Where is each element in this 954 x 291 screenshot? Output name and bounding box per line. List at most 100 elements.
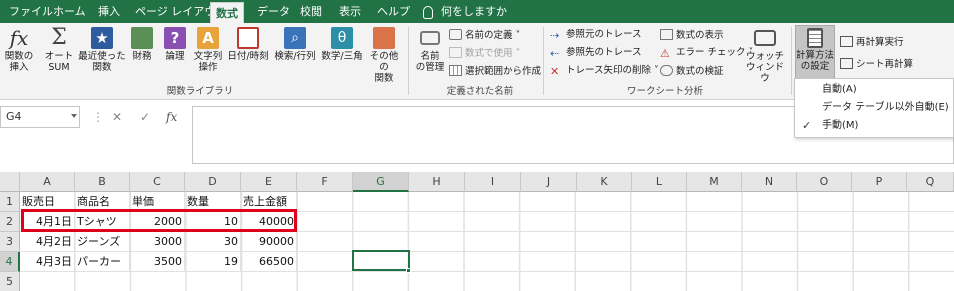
text-icon: A [197, 27, 219, 49]
cell-e2[interactable]: 40000 [241, 212, 297, 232]
column-header-e[interactable]: E [241, 172, 297, 192]
tab-insert[interactable]: 挿入 [98, 0, 120, 23]
cancel-icon[interactable]: ✕ [112, 106, 122, 128]
trace-precedents-label: 参照元のトレース [566, 29, 642, 40]
manual-label: 手動(M) [822, 120, 859, 131]
cell-b2[interactable]: Tシャツ [75, 212, 130, 232]
worksheet-grid[interactable]: A B C D E F G H I J K L M N O P Q 1 2 3 … [0, 172, 954, 291]
evaluate-formula-button[interactable]: 数式の検証 [660, 65, 724, 78]
cell-c1[interactable]: 単価 [130, 192, 185, 212]
cell-e4[interactable]: 66500 [241, 252, 297, 272]
watch-window-button[interactable]: ウォッチ ウィンドウ [744, 27, 786, 84]
group-label-defined-names: 定義された名前 [446, 86, 514, 97]
column-header-h[interactable]: H [409, 172, 465, 192]
name-tag-icon [420, 31, 440, 45]
calc-options-button[interactable]: 計算方法 の設定 [795, 25, 835, 79]
calculate-sheet-button[interactable]: シート再計算 [840, 58, 913, 71]
row-header-2[interactable]: 2 [0, 212, 20, 232]
cell-d1[interactable]: 数量 [185, 192, 241, 212]
error-checking-button[interactable]: ⚠ エラー チェック ˅ [660, 47, 753, 60]
remove-arrows-button[interactable]: ✕ トレース矢印の削除 ˅ [550, 65, 659, 78]
error-checking-label: エラー チェック [676, 47, 746, 58]
menu-item-automatic-except-tables[interactable]: データ テーブル以外自動(E) [795, 99, 953, 117]
tab-file[interactable]: ファイル [9, 0, 53, 23]
define-name-button[interactable]: 名前の定義 ˅ [449, 29, 520, 42]
column-header-k[interactable]: K [577, 172, 632, 192]
ribbon-separator [543, 27, 544, 95]
insert-function-fx-icon[interactable]: fx [166, 106, 177, 128]
logical-button[interactable]: ? 論理 [162, 27, 188, 62]
cell-b4[interactable]: パーカー [75, 252, 130, 272]
financial-button[interactable]: 財務 [129, 27, 155, 62]
cell-a3[interactable]: 4月2日 [20, 232, 75, 252]
menu-item-manual[interactable]: ✓ 手動(M) [795, 117, 953, 135]
column-header-d[interactable]: D [185, 172, 241, 192]
name-box-dropdown-icon[interactable] [71, 114, 77, 118]
name-box[interactable]: G4 [0, 106, 80, 128]
create-from-selection-button[interactable]: 選択範囲から作成 [449, 65, 541, 78]
autosum-button[interactable]: Σ オート SUM [42, 27, 76, 74]
cell-a1[interactable]: 販売日 [20, 192, 75, 212]
insert-function-label: 関数の 挿入 [4, 51, 34, 73]
recent-functions-button[interactable]: ★ 最近使った 関数 [78, 27, 126, 73]
calculate-now-button[interactable]: 再計算実行 [840, 36, 904, 49]
cell-d4[interactable]: 19 [185, 252, 241, 272]
tab-help[interactable]: ヘルプ [377, 0, 410, 23]
name-manager-button[interactable]: 名前 の管理 [412, 27, 448, 73]
column-header-o[interactable]: O [797, 172, 852, 192]
cell-d2[interactable]: 10 [185, 212, 241, 232]
column-header-m[interactable]: M [687, 172, 742, 192]
use-in-formula-button[interactable]: 数式で使用 ˅ [449, 47, 520, 60]
trace-precedents-button[interactable]: ⇢ 参照元のトレース [550, 29, 642, 42]
select-all-corner[interactable] [0, 172, 20, 192]
cell-c4[interactable]: 3500 [130, 252, 185, 272]
show-formulas-button[interactable]: 数式の表示 [660, 29, 724, 42]
row-header-3[interactable]: 3 [0, 232, 20, 252]
row-header-4[interactable]: 4 [0, 252, 20, 272]
column-header-a[interactable]: A [20, 172, 75, 192]
column-header-n[interactable]: N [742, 172, 797, 192]
cell-e1[interactable]: 売上金額 [241, 192, 297, 212]
cell-c2[interactable]: 2000 [130, 212, 185, 232]
column-header-p[interactable]: P [852, 172, 907, 192]
cell-a4[interactable]: 4月3日 [20, 252, 75, 272]
tab-home[interactable]: ホーム [53, 0, 86, 23]
column-header-j[interactable]: J [521, 172, 577, 192]
text-functions-button[interactable]: A 文字列 操作 [193, 27, 223, 73]
cell-c3[interactable]: 3000 [130, 232, 185, 252]
row-header-1[interactable]: 1 [0, 192, 20, 212]
ribbon-tab-bar: ファイル ホーム 挿入 ページ レイアウト 数式 データ 校閲 表示 ヘルプ 何… [0, 0, 954, 23]
column-header-q[interactable]: Q [907, 172, 954, 192]
column-header-c[interactable]: C [130, 172, 185, 192]
column-header-g[interactable]: G [353, 172, 409, 192]
row-header-5[interactable]: 5 [0, 272, 20, 291]
tab-formulas[interactable]: 数式 [210, 2, 244, 23]
insert-function-button[interactable]: fx 関数の 挿入 [4, 27, 34, 73]
tab-data[interactable]: データ [257, 0, 290, 23]
datetime-button[interactable]: 日付/時刻 [226, 27, 270, 62]
remove-arrows-label: トレース矢印の削除 [566, 65, 652, 76]
evaluate-icon [660, 65, 673, 76]
trace-dependents-label: 参照先のトレース [566, 47, 642, 58]
enter-icon[interactable]: ✓ [140, 106, 150, 128]
cell-b3[interactable]: ジーンズ [75, 232, 130, 252]
column-header-b[interactable]: B [75, 172, 130, 192]
column-header-f[interactable]: F [297, 172, 353, 192]
trace-dependents-button[interactable]: ⇠ 参照先のトレース [550, 47, 642, 60]
more-functions-button[interactable]: その他の 関数 [366, 27, 402, 84]
fill-handle[interactable] [406, 268, 411, 273]
cell-a2[interactable]: 4月1日 [20, 212, 75, 232]
lookup-button[interactable]: ⌕ 検索/行列 [273, 27, 317, 62]
menu-item-automatic[interactable]: 自動(A) [795, 81, 953, 99]
tab-view[interactable]: 表示 [339, 0, 361, 23]
cell-b1[interactable]: 商品名 [75, 192, 130, 212]
column-header-l[interactable]: L [632, 172, 687, 192]
cell-e3[interactable]: 90000 [241, 232, 297, 252]
column-header-i[interactable]: I [465, 172, 521, 192]
show-formulas-label: 数式の表示 [676, 30, 724, 41]
cell-d3[interactable]: 30 [185, 232, 241, 252]
tab-review[interactable]: 校閲 [300, 0, 322, 23]
tell-me-box[interactable]: 何をしますか [423, 0, 507, 23]
math-trig-button[interactable]: θ 数学/三角 [320, 27, 364, 62]
recent-label: 最近使った 関数 [78, 51, 126, 73]
